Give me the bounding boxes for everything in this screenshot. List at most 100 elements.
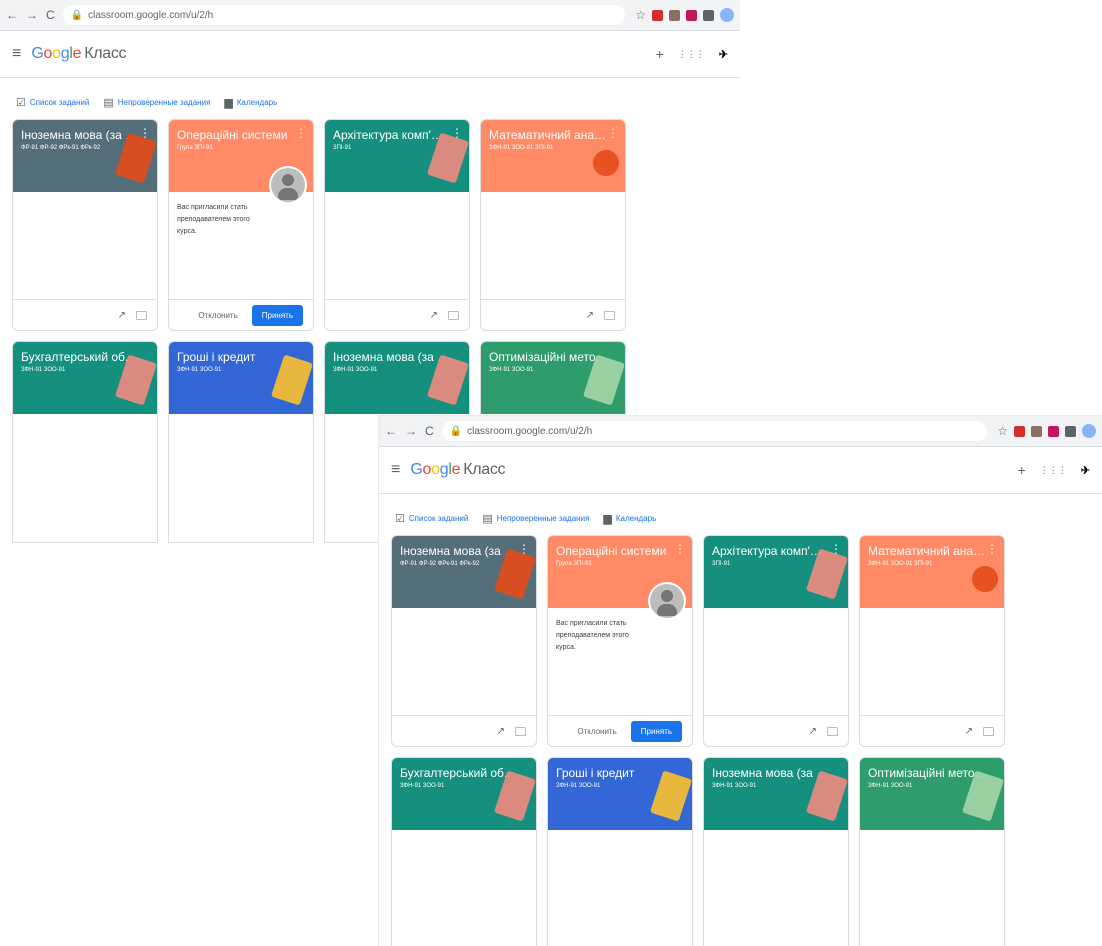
more-options-icon[interactable]: ⋮ (986, 542, 998, 556)
course-card-header[interactable]: Іноземна мова (за п... ЗФН-91 ЗОО-91 (325, 342, 469, 414)
extension-icon-2[interactable] (1048, 425, 1059, 437)
folder-icon[interactable] (604, 310, 615, 320)
course-title[interactable]: Гроші і кредит (177, 350, 295, 364)
more-options-icon[interactable]: ⋮ (295, 126, 307, 140)
course-card-header[interactable]: Архітектура комп'ют... ЗПІ-91 ⋮ (704, 536, 848, 608)
course-title[interactable]: Операційні системи (556, 544, 674, 558)
course-card[interactable]: Іноземна мова (за п... ФР-91 ФР-92 ФРк-9… (12, 119, 158, 331)
course-card-header[interactable]: Архітектура комп'ют... ЗПІ-91 ⋮ (325, 120, 469, 192)
course-title[interactable]: Іноземна мова (за п... (400, 544, 518, 558)
course-card-header[interactable]: Оптимізаційні мето... ЗФН-91 ЗОО-91 (481, 342, 625, 414)
forward-icon[interactable]: → (26, 8, 38, 22)
profile-avatar[interactable] (720, 8, 734, 22)
course-card-invite[interactable]: Операційні системи Група ЗПІ-91 ⋮ Вас пр… (547, 535, 693, 747)
course-title[interactable]: Оптимізаційні мето... (868, 766, 986, 780)
decline-button[interactable]: Отклонить (198, 311, 237, 320)
course-title[interactable]: Бухгалтерський обл... (400, 766, 518, 780)
course-card[interactable]: Бухгалтерський обл... ЗФН-91 ЗОО-91 (391, 757, 537, 946)
course-title[interactable]: Бухгалтерський обл... (21, 350, 139, 364)
course-card-header[interactable]: Іноземна мова (за п... ФР-91 ФР-92 ФРк-9… (392, 536, 536, 608)
course-card[interactable]: Іноземна мова (за п... ФР-91 ФР-92 ФРк-9… (391, 535, 537, 747)
google-classroom-logo[interactable]: Google Класс (31, 45, 126, 63)
reload-icon[interactable]: C (425, 424, 434, 438)
course-card[interactable]: Іноземна мова (за п... ЗФН-91 ЗОО-91 (703, 757, 849, 946)
folder-icon[interactable] (136, 310, 147, 320)
course-card-header[interactable]: Бухгалтерський обл... ЗФН-91 ЗОО-91 (13, 342, 157, 414)
apps-grid-icon[interactable]: ⋮⋮⋮ (678, 49, 705, 60)
extension-icon-2[interactable] (686, 9, 697, 21)
course-card-header[interactable]: Гроші і кредит ЗФН-91 ЗОО-91 (169, 342, 313, 414)
main-menu-icon[interactable]: ≡ (12, 45, 21, 63)
course-card[interactable]: Гроші і кредит ЗФН-91 ЗОО-91 (168, 341, 314, 543)
puzzle-extensions-icon[interactable] (703, 9, 714, 21)
accept-button[interactable]: Принять (251, 304, 303, 326)
pdf-extension-icon[interactable] (652, 9, 663, 21)
extension-icon[interactable] (669, 9, 680, 21)
course-title[interactable]: Іноземна мова (за п... (333, 350, 451, 364)
review-link[interactable]: ▤ Непроверенные задания (482, 512, 589, 525)
trend-icon[interactable]: ↗ (809, 726, 817, 737)
course-title[interactable]: Архітектура комп'ют... (712, 544, 830, 558)
decline-button[interactable]: Отклонить (577, 727, 616, 736)
trend-icon[interactable]: ↗ (118, 310, 126, 321)
course-title[interactable]: Оптимізаційні мето... (489, 350, 607, 364)
course-card-header[interactable]: Оптимізаційні мето... ЗФН-91 ЗОО-91 (860, 758, 1004, 830)
course-card-invite[interactable]: Операційні системи Група ЗПІ-91 ⋮ Вас пр… (168, 119, 314, 331)
course-card[interactable]: Бухгалтерський обл... ЗФН-91 ЗОО-91 (12, 341, 158, 543)
course-card[interactable]: Математичний аналіз ЗФН-91 ЗОО-91 ЗПІ-91… (480, 119, 626, 331)
add-icon[interactable]: + (656, 46, 664, 62)
add-icon[interactable]: + (1018, 462, 1026, 478)
course-card-header[interactable]: Математичний аналіз ЗФН-91 ЗОО-91 ЗПІ-91… (481, 120, 625, 192)
more-options-icon[interactable]: ⋮ (607, 126, 619, 140)
todo-link[interactable]: ☑ Список заданий (395, 512, 468, 525)
course-card-header[interactable]: Гроші і кредит ЗФН-91 ЗОО-91 (548, 758, 692, 830)
course-card-header[interactable]: Іноземна мова (за п... ФР-91 ФР-92 ФРк-9… (13, 120, 157, 192)
folder-icon[interactable] (983, 726, 994, 736)
review-link[interactable]: ▤ Непроверенные задания (103, 96, 210, 109)
calendar-link[interactable]: ▆ Календарь (224, 96, 277, 109)
todo-link[interactable]: ☑ Список заданий (16, 96, 89, 109)
course-title[interactable]: Математичний аналіз (868, 544, 986, 558)
extension-icon[interactable] (1031, 425, 1042, 437)
back-icon[interactable]: ← (385, 424, 397, 438)
course-title[interactable]: Математичний аналіз (489, 128, 607, 142)
address-bar[interactable]: 🔒 classroom.google.com/u/2/h (62, 5, 626, 25)
course-card-header[interactable]: Іноземна мова (за п... ЗФН-91 ЗОО-91 (704, 758, 848, 830)
course-title[interactable]: Операційні системи (177, 128, 295, 142)
address-bar[interactable]: 🔒 classroom.google.com/u/2/h (441, 421, 988, 441)
trend-icon[interactable]: ↗ (497, 726, 505, 737)
account-badge-icon[interactable]: ✈ (1081, 464, 1090, 477)
trend-icon[interactable]: ↗ (430, 310, 438, 321)
bookmark-star-icon[interactable]: ☆ (997, 424, 1008, 438)
more-options-icon[interactable]: ⋮ (674, 542, 686, 556)
back-icon[interactable]: ← (6, 8, 18, 22)
folder-icon[interactable] (448, 310, 459, 320)
folder-icon[interactable] (515, 726, 526, 736)
course-card[interactable]: Гроші і кредит ЗФН-91 ЗОО-91 (547, 757, 693, 946)
puzzle-extensions-icon[interactable] (1065, 425, 1076, 437)
course-card[interactable]: Архітектура комп'ют... ЗПІ-91 ⋮ ↗ (324, 119, 470, 331)
apps-grid-icon[interactable]: ⋮⋮⋮ (1040, 465, 1067, 476)
bookmark-star-icon[interactable]: ☆ (635, 8, 646, 22)
main-menu-icon[interactable]: ≡ (391, 461, 400, 479)
calendar-link[interactable]: ▆ Календарь (603, 512, 656, 525)
google-classroom-logo[interactable]: Google Класс (410, 461, 505, 479)
accept-button[interactable]: Принять (630, 720, 682, 742)
course-card-header[interactable]: Математичний аналіз ЗФН-91 ЗОО-91 ЗПІ-91… (860, 536, 1004, 608)
forward-icon[interactable]: → (405, 424, 417, 438)
course-title[interactable]: Архітектура комп'ют... (333, 128, 451, 142)
folder-icon[interactable] (827, 726, 838, 736)
reload-icon[interactable]: C (46, 8, 55, 22)
profile-avatar[interactable] (1082, 424, 1096, 438)
course-title[interactable]: Іноземна мова (за п... (21, 128, 139, 142)
course-title[interactable]: Іноземна мова (за п... (712, 766, 830, 780)
trend-icon[interactable]: ↗ (586, 310, 594, 321)
course-card[interactable]: Математичний аналіз ЗФН-91 ЗОО-91 ЗПІ-91… (859, 535, 1005, 747)
course-card[interactable]: Архітектура комп'ют... ЗПІ-91 ⋮ ↗ (703, 535, 849, 747)
course-card[interactable]: Оптимізаційні мето... ЗФН-91 ЗОО-91 (859, 757, 1005, 946)
course-card-header[interactable]: Бухгалтерський обл... ЗФН-91 ЗОО-91 (392, 758, 536, 830)
account-badge-icon[interactable]: ✈ (719, 48, 728, 61)
trend-icon[interactable]: ↗ (965, 726, 973, 737)
pdf-extension-icon[interactable] (1014, 425, 1025, 437)
course-title[interactable]: Гроші і кредит (556, 766, 674, 780)
